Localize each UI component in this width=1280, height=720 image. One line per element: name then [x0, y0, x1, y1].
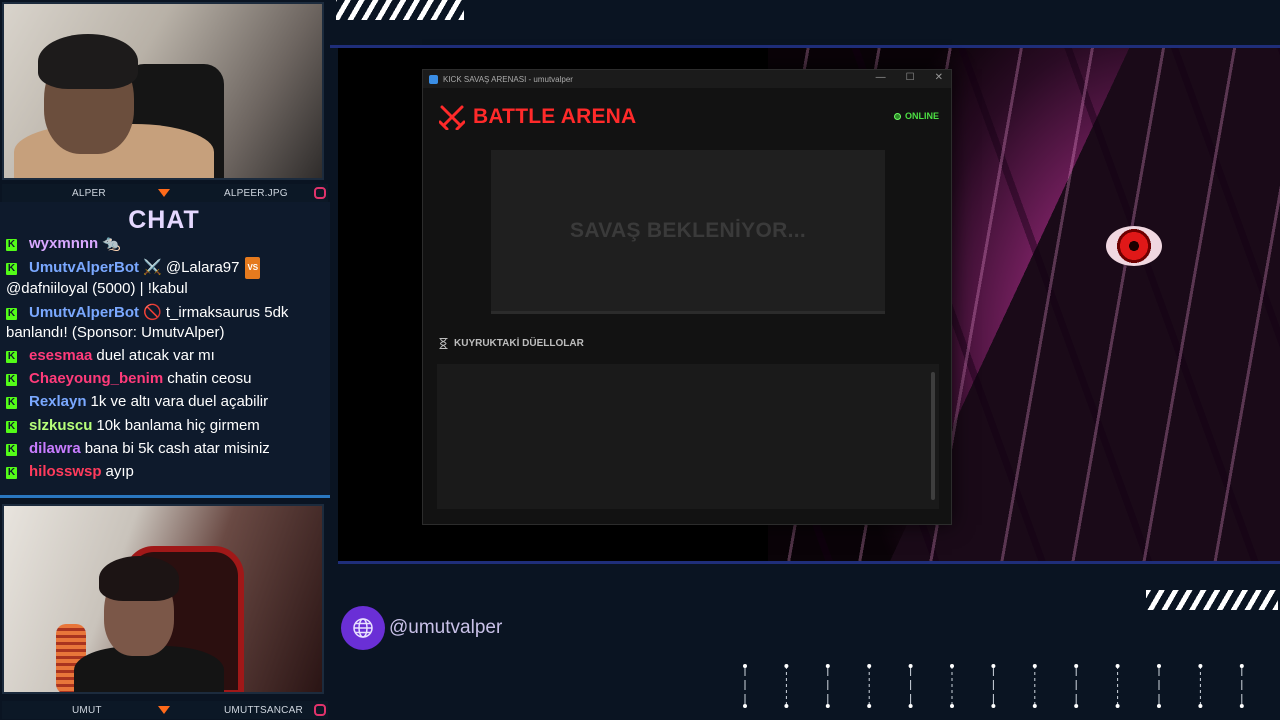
queue-title: KUYRUKTAKİ DÜELLOLAR — [454, 338, 584, 349]
chat-title: CHAT — [128, 206, 200, 234]
webcam-bottom-nameplate: UMUT UMUTTSANCAR — [2, 701, 328, 719]
chat-text: ⚔️ @Lalara97 — [143, 259, 240, 277]
chat-message: Khilosswsp ayıp — [6, 462, 324, 482]
instagram-icon — [314, 187, 326, 199]
app-icon — [429, 74, 438, 84]
kick-badge-icon: K — [6, 307, 17, 320]
chat-username[interactable]: slzkuscu — [29, 417, 92, 434]
chat-text: 10k banlama hiç girmem — [96, 416, 260, 434]
chat-message: Kesesmaa duel atıcak var mı — [6, 346, 324, 366]
chat-username[interactable]: UmutvAlperBot — [29, 259, 139, 276]
chat-username[interactable]: esesmaa — [29, 347, 92, 364]
kick-badge-icon: K — [6, 350, 17, 363]
chat-message: Kwyxmnnn 🐀 — [6, 234, 324, 254]
social-handle-text: @umutvalper — [389, 617, 503, 638]
minimize-button[interactable]: — — [876, 72, 886, 83]
battle-arena-window[interactable]: KICK SAVAŞ ARENASI - umutvalper — ☐ ✕ BA… — [422, 69, 952, 525]
kick-badge-icon: K — [6, 263, 17, 276]
kick-badge-icon: K — [6, 420, 17, 433]
battle-waiting-text: SAVAŞ BEKLENİYOR... — [570, 218, 806, 242]
close-button[interactable]: ✕ — [935, 72, 943, 83]
chat-text: 🐀 — [102, 235, 121, 252]
arena-title: BATTLE ARENA — [473, 105, 637, 128]
chat-message: K UmutvAlperBot ⚔️ @Lalara97 VS @dafniiloyal… — [6, 257, 324, 299]
kick-badge-icon: K — [6, 467, 17, 480]
chat-username[interactable]: Rexlayn — [29, 393, 87, 410]
overlay-top-bar — [330, 0, 1280, 48]
chat-username[interactable]: wyxmnnn — [29, 235, 98, 252]
webcam-top-nameplate: ALPER ALPEER.JPG — [2, 184, 328, 202]
status-badge: ONLINE — [893, 111, 939, 121]
webcam-top — [2, 2, 324, 180]
chat-text: ayıp — [105, 463, 134, 481]
kick-badge-icon: K — [6, 397, 17, 410]
status-text: ONLINE — [904, 111, 939, 121]
scrollbar[interactable] — [931, 372, 935, 500]
chat-panel: CHAT Kwyxmnnn 🐀 K UmutvAlperBot ⚔️ @Lalara97… — [0, 202, 330, 498]
chat-text: 1k ve altı vara duel açabilir — [90, 393, 269, 411]
maximize-button[interactable]: ☐ — [906, 72, 915, 83]
chat-message: K Chaeyoung_benim chatin ceosu — [6, 369, 324, 389]
globe-icon — [341, 606, 385, 650]
social-handle: @umutvalper — [341, 606, 502, 650]
arrow-down-icon — [158, 189, 170, 197]
status-dot-icon — [893, 112, 901, 120]
crossed-swords-icon — [439, 105, 465, 130]
chat-username[interactable]: UmutvAlperBot — [29, 304, 139, 321]
cam-right-name: ALPEER.JPG — [224, 187, 288, 199]
chat-message: K UmutvAlperBot 🚫 t_irmaksaurus 5dk banlan… — [6, 303, 324, 343]
chat-text: duel atıcak var mı — [96, 346, 215, 364]
decorative-circuit — [743, 664, 1244, 708]
sharingan-eye — [1106, 226, 1162, 266]
instagram-icon — [314, 704, 326, 716]
kick-badge-icon: K — [6, 239, 17, 251]
chat-message: Kslzkuscu 10k banlama hiç girmem — [6, 416, 324, 436]
window-title: KICK SAVAŞ ARENASI - umutvalper — [443, 74, 573, 84]
cam-left-name: ALPER — [72, 187, 106, 199]
battle-display: SAVAŞ BEKLENİYOR... — [491, 150, 885, 314]
kick-badge-icon: K — [6, 374, 17, 387]
chat-text-continued: @dafniiloyal (5000) | !kabul — [6, 280, 188, 298]
arena-header: BATTLE ARENA — [439, 104, 636, 130]
streamer-hair — [38, 34, 138, 89]
queue-header: KUYRUKTAKİ DÜELLOLAR — [439, 338, 584, 349]
chat-message: K Rexlayn 1k ve altı vara duel açabilir — [6, 392, 324, 412]
kick-badge-icon: K — [6, 444, 17, 457]
streamer-hair — [99, 556, 179, 601]
arrow-down-icon — [158, 706, 170, 714]
chat-username[interactable]: dilawra — [29, 440, 81, 457]
chat-username[interactable]: Chaeyoung_benim — [29, 370, 163, 387]
decorative-stripes — [336, 0, 464, 20]
webcam-bottom — [2, 504, 324, 694]
decorative-stripes — [1146, 590, 1278, 610]
chat-message: Kdilawra bana bi 5k cash atar misiniz — [6, 439, 324, 459]
chat-text: chatin ceosu — [167, 370, 252, 388]
cam-left-name: UMUT — [72, 704, 102, 716]
cam-right-name: UMUTTSANCAR — [224, 704, 303, 716]
vs-badge: VS — [245, 257, 261, 280]
duel-queue-list[interactable] — [437, 364, 939, 509]
hourglass-icon — [439, 338, 448, 349]
chat-username[interactable]: hilosswsp — [29, 463, 102, 480]
chat-text: bana bi 5k cash atar misiniz — [84, 440, 270, 458]
chat-messages: Kwyxmnnn 🐀 K UmutvAlperBot ⚔️ @Lalara97 VS @da… — [6, 234, 324, 486]
window-titlebar[interactable]: KICK SAVAŞ ARENASI - umutvalper — ☐ ✕ — [423, 70, 951, 88]
